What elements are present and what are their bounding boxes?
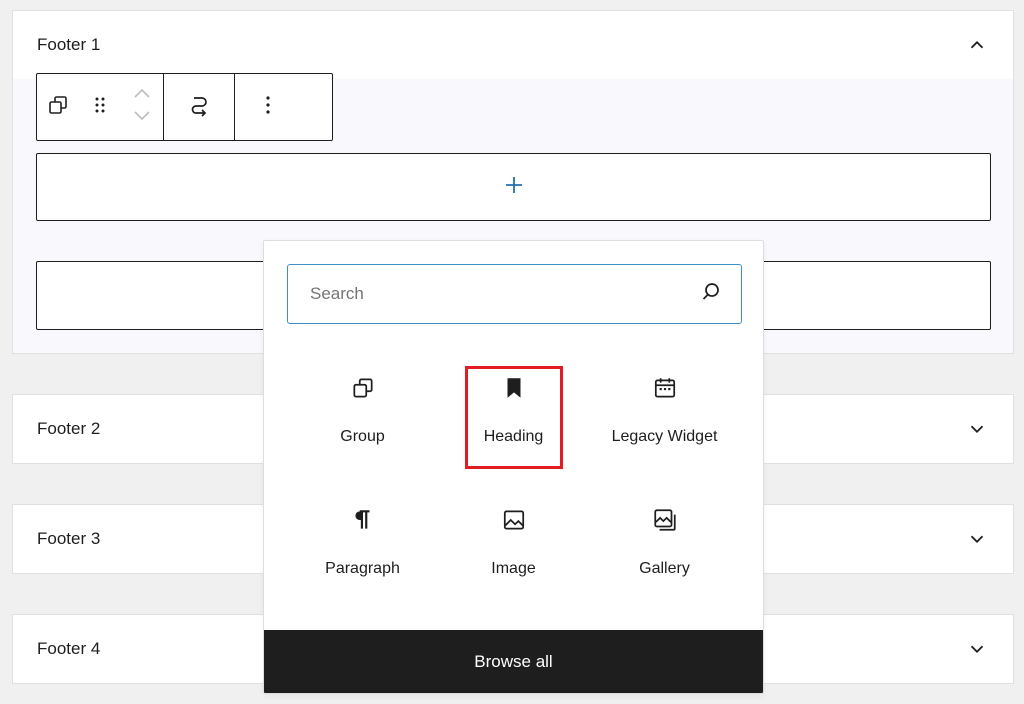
more-options-icon xyxy=(256,93,280,122)
panel-title: Footer 1 xyxy=(37,35,101,54)
chevron-down-icon[interactable] xyxy=(965,527,989,551)
toolbar-group-block xyxy=(37,74,164,140)
block-label: Paragraph xyxy=(325,560,400,577)
move-up-icon[interactable] xyxy=(132,86,152,105)
calendar-icon xyxy=(652,375,678,401)
block-label: Heading xyxy=(483,428,544,445)
bookmark-icon xyxy=(501,375,527,401)
toolbar-group-transform xyxy=(164,74,235,140)
plus-icon xyxy=(502,173,526,202)
footer-1-header[interactable]: Footer 1 xyxy=(13,11,1013,79)
search-input[interactable] xyxy=(310,284,690,304)
block-item-gallery[interactable]: Gallery xyxy=(589,489,740,621)
block-mover xyxy=(121,74,163,140)
block-item-legacy-widget[interactable]: Legacy Widget xyxy=(589,357,740,489)
chevron-down-icon[interactable] xyxy=(965,417,989,441)
block-type-button[interactable] xyxy=(37,74,79,140)
chevron-down-icon[interactable] xyxy=(965,637,989,661)
transform-button[interactable] xyxy=(178,74,220,140)
drag-handle-icon xyxy=(88,93,112,122)
block-item-image[interactable]: Image xyxy=(438,489,589,621)
browse-all-button[interactable]: Browse all xyxy=(264,630,763,693)
block-label: Image xyxy=(491,560,536,577)
inserter-search xyxy=(287,264,742,324)
move-down-icon[interactable] xyxy=(132,109,152,128)
panel-title: Footer 3 xyxy=(37,529,101,548)
block-inserter-popover: Group Heading Legacy Widget Paragraph Im… xyxy=(263,240,764,694)
drag-handle-button[interactable] xyxy=(79,74,121,140)
image-icon xyxy=(501,507,527,533)
transform-icon xyxy=(187,93,211,122)
more-options-button[interactable] xyxy=(247,74,289,140)
search-icon xyxy=(699,280,723,309)
block-appender-button[interactable] xyxy=(36,153,991,221)
toolbar-group-options xyxy=(235,74,301,140)
gallery-icon xyxy=(652,507,678,533)
block-item-paragraph[interactable]: Paragraph xyxy=(287,489,438,621)
block-label: Gallery xyxy=(639,560,690,577)
group-icon xyxy=(350,375,376,401)
block-label: Legacy Widget xyxy=(611,428,718,445)
block-item-group[interactable]: Group xyxy=(287,357,438,489)
pilcrow-icon xyxy=(350,507,376,533)
block-list: Group Heading Legacy Widget Paragraph Im… xyxy=(287,357,742,621)
group-icon xyxy=(46,93,70,122)
panel-title: Footer 2 xyxy=(37,419,101,438)
panel-title: Footer 4 xyxy=(37,639,101,658)
chevron-up-icon[interactable] xyxy=(965,33,989,57)
block-item-heading[interactable]: Heading xyxy=(438,357,589,489)
block-label: Group xyxy=(340,428,385,445)
block-toolbar xyxy=(36,73,333,141)
